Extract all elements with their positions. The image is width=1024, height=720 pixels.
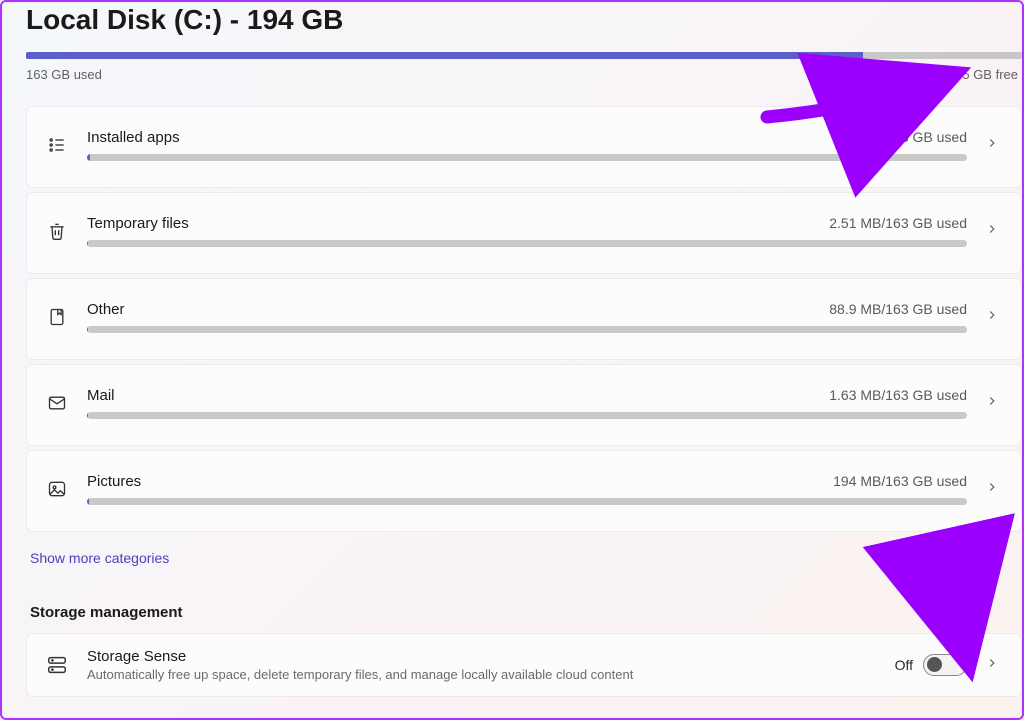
category-usage: 194 MB/163 GB used xyxy=(833,473,967,489)
chevron-right-icon xyxy=(985,222,1003,240)
category-row[interactable]: Temporary files 2.51 MB/163 GB used xyxy=(26,192,1022,274)
chevron-right-icon xyxy=(985,656,1003,674)
apps-icon xyxy=(45,133,69,157)
show-more-categories-link[interactable]: Show more categories xyxy=(30,550,169,566)
image-icon xyxy=(45,477,69,501)
category-bar xyxy=(87,154,967,161)
page-title: Local Disk (C:) - 194 GB xyxy=(26,4,1022,36)
chevron-right-icon xyxy=(985,308,1003,326)
trash-icon xyxy=(45,219,69,243)
storage-sense-icon xyxy=(45,653,69,677)
chevron-right-icon xyxy=(985,394,1003,412)
category-title: Mail xyxy=(87,387,115,404)
storage-sense-toggle[interactable] xyxy=(923,654,967,676)
storage-management-heading: Storage management xyxy=(30,604,1022,621)
category-bar xyxy=(87,240,967,247)
storage-sense-row[interactable]: Storage Sense Automatically free up spac… xyxy=(26,633,1022,697)
chevron-right-icon xyxy=(985,136,1003,154)
category-usage: 88.9 MB/163 GB used xyxy=(829,301,967,317)
category-bar xyxy=(87,498,967,505)
chevron-right-icon xyxy=(985,480,1003,498)
category-bar xyxy=(87,412,967,419)
disk-free-label: 31.5 GB free xyxy=(944,67,1018,82)
storage-sense-desc: Automatically free up space, delete temp… xyxy=(87,667,877,682)
category-title: Installed apps xyxy=(87,129,180,146)
category-usage: 2.51 MB/163 GB used xyxy=(829,215,967,231)
category-row[interactable]: Installed apps 321 MB/163 GB used xyxy=(26,106,1022,188)
category-title: Other xyxy=(87,301,125,318)
storage-sense-state: Off xyxy=(895,657,913,673)
disk-usage-bar: 163 GB used 31.5 GB free xyxy=(26,52,1022,82)
category-title: Temporary files xyxy=(87,215,189,232)
other-icon xyxy=(45,305,69,329)
category-row[interactable]: Other 88.9 MB/163 GB used xyxy=(26,278,1022,360)
category-title: Pictures xyxy=(87,473,141,490)
storage-sense-title: Storage Sense xyxy=(87,648,877,665)
category-bar xyxy=(87,326,967,333)
mail-icon xyxy=(45,391,69,415)
disk-used-label: 163 GB used xyxy=(26,67,102,82)
category-row[interactable]: Mail 1.63 MB/163 GB used xyxy=(26,364,1022,446)
category-usage: 1.63 MB/163 GB used xyxy=(829,387,967,403)
category-row[interactable]: Pictures 194 MB/163 GB used xyxy=(26,450,1022,532)
category-usage: 321 MB/163 GB used xyxy=(833,129,967,145)
